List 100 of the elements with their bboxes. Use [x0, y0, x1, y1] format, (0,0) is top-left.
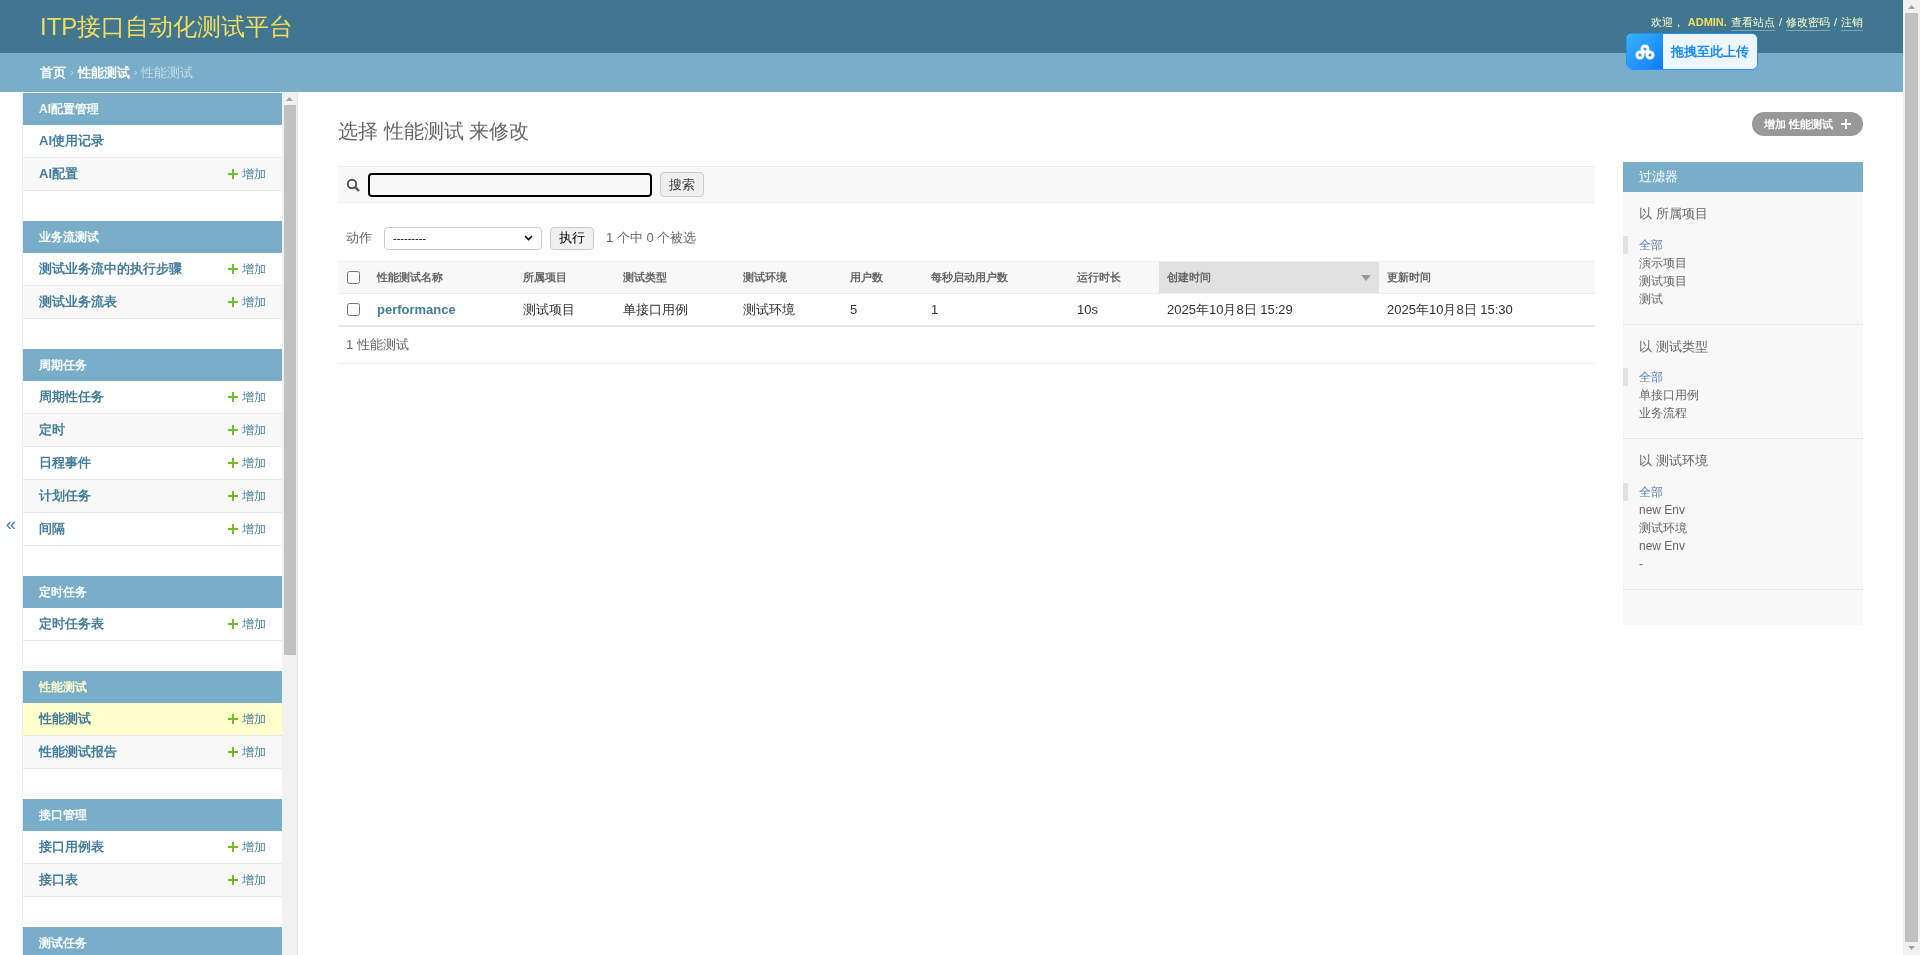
- sidebar-item[interactable]: 测试业务流表 增加: [23, 286, 282, 319]
- plus-icon: [228, 619, 238, 629]
- sidebar-link[interactable]: 性能测试报告: [39, 742, 117, 762]
- column-header[interactable]: 运行时长: [1069, 262, 1159, 293]
- add-link[interactable]: 增加: [228, 743, 266, 761]
- table-cell: 1: [931, 301, 939, 317]
- sidebar-link[interactable]: 周期性任务: [39, 387, 104, 407]
- search-button[interactable]: 搜索: [660, 172, 704, 197]
- sidebar-link[interactable]: 计划任务: [39, 486, 91, 506]
- column-header[interactable]: 性能测试名称: [369, 262, 515, 293]
- filter-option[interactable]: 业务流程: [1623, 404, 1863, 422]
- site-title: ITP接口自动化测试平台: [40, 11, 294, 42]
- row-link[interactable]: performance: [377, 301, 456, 317]
- filter-option[interactable]: 全部: [1623, 235, 1863, 254]
- header-link[interactable]: 查看站点: [1730, 13, 1775, 32]
- sidebar-link[interactable]: 测试业务流表: [39, 292, 117, 312]
- sidebar-section-header: 接口管理: [23, 799, 282, 831]
- add-link[interactable]: 增加: [228, 260, 266, 278]
- plus-icon: [228, 392, 238, 402]
- add-link[interactable]: 增加: [228, 421, 266, 439]
- filter-option[interactable]: 演示项目: [1623, 253, 1863, 272]
- welcome-text: 欢迎，: [1650, 15, 1684, 31]
- plus-icon: [1841, 119, 1851, 129]
- breadcrumb-link[interactable]: 首页: [40, 62, 66, 83]
- upload-widget[interactable]: 拖拽至此上传: [1626, 33, 1758, 70]
- sidebar-item[interactable]: AI配置 增加: [23, 158, 282, 191]
- plus-icon: [228, 875, 238, 885]
- filter-option[interactable]: 测试项目: [1623, 271, 1863, 290]
- sidebar-item[interactable]: 性能测试报告 增加: [23, 736, 282, 769]
- sidebar-link[interactable]: 定时: [39, 420, 65, 440]
- sidebar-link[interactable]: 接口表: [39, 870, 78, 890]
- plus-icon: [228, 491, 238, 501]
- column-header[interactable]: 测试类型: [615, 262, 735, 293]
- column-header[interactable]: 更新时间: [1379, 262, 1591, 293]
- plus-icon: [228, 524, 238, 534]
- filter-option[interactable]: 单接口用例: [1623, 386, 1863, 404]
- sidebar-link[interactable]: 间隔: [39, 519, 65, 539]
- add-link[interactable]: 增加: [228, 293, 266, 311]
- scroll-up-icon[interactable]: [286, 97, 293, 101]
- table-cell: 测试环境: [743, 301, 795, 317]
- column-header[interactable]: 所属项目: [515, 262, 615, 293]
- scroll-up-icon[interactable]: [1908, 5, 1915, 9]
- sidebar-item[interactable]: 定时 增加: [23, 414, 282, 447]
- add-link[interactable]: 增加: [228, 710, 266, 728]
- collapse-button[interactable]: «: [6, 514, 16, 533]
- add-link[interactable]: 增加: [228, 487, 266, 505]
- sidebar-scrollbar[interactable]: [282, 92, 298, 955]
- add-link[interactable]: 增加: [228, 838, 266, 856]
- add-object-button[interactable]: 增加 性能测试: [1751, 112, 1863, 136]
- header-link[interactable]: 注销: [1841, 13, 1863, 32]
- filter-option[interactable]: new Env: [1623, 500, 1863, 519]
- sidebar-link[interactable]: 测试业务流中的执行步骤: [39, 259, 182, 279]
- sidebar-link[interactable]: AI使用记录: [39, 131, 104, 151]
- header-link[interactable]: 修改密码: [1785, 13, 1830, 32]
- table-cell: 2025年10月8日 15:29: [1167, 301, 1293, 317]
- go-button[interactable]: 执行: [550, 226, 594, 250]
- action-label: 动作: [346, 229, 372, 248]
- search-field[interactable]: [368, 172, 652, 197]
- selection-counter: 1 个中 0 个被选: [606, 229, 697, 248]
- sidebar-link[interactable]: AI配置: [39, 164, 78, 184]
- user-name: ADMIN.: [1687, 15, 1727, 31]
- column-header[interactable]: 每秒启动用户数: [923, 262, 1069, 293]
- column-header[interactable]: 用户数: [842, 262, 923, 293]
- page-scrollbar[interactable]: [1903, 0, 1920, 955]
- column-header[interactable]: 创建时间: [1159, 262, 1379, 293]
- add-link[interactable]: 增加: [228, 871, 266, 889]
- sidebar-link[interactable]: 性能测试: [39, 709, 91, 729]
- separator-text: /: [1833, 15, 1837, 31]
- add-link[interactable]: 增加: [228, 520, 266, 538]
- table-cell: 10s: [1077, 301, 1098, 317]
- select-all-checkbox[interactable]: [347, 271, 360, 284]
- row-checkbox[interactable]: [347, 303, 360, 316]
- result-count: 1 性能测试: [346, 336, 409, 355]
- add-link[interactable]: 增加: [228, 615, 266, 633]
- sidebar-link[interactable]: 接口用例表: [39, 837, 104, 857]
- action-select[interactable]: ---------: [384, 226, 542, 250]
- add-link[interactable]: 增加: [228, 165, 266, 183]
- add-link[interactable]: 增加: [228, 454, 266, 472]
- filter-option[interactable]: 测试环境: [1623, 518, 1863, 537]
- breadcrumb-separator: ›: [70, 65, 74, 81]
- table-cell: 5: [850, 301, 858, 317]
- sidebar-link[interactable]: 定时任务表: [39, 614, 104, 634]
- sidebar-item[interactable]: 接口表 增加: [23, 864, 282, 897]
- breadcrumb-link[interactable]: 性能测试: [77, 62, 130, 83]
- filter-option[interactable]: 全部: [1623, 368, 1863, 386]
- scrollbar-thumb[interactable]: [283, 105, 296, 655]
- sidebar-item[interactable]: 性能测试 增加: [23, 703, 282, 736]
- column-header[interactable]: 测试环境: [735, 262, 842, 293]
- add-link[interactable]: 增加: [228, 388, 266, 406]
- filter-option[interactable]: new Env: [1623, 536, 1863, 555]
- filter-option[interactable]: 全部: [1623, 482, 1863, 501]
- plus-icon: [228, 264, 238, 274]
- sidebar-section-header: 性能测试: [23, 671, 282, 703]
- sidebar-link[interactable]: 日程事件: [39, 453, 91, 473]
- scroll-down-icon[interactable]: [1908, 946, 1915, 950]
- filter-option[interactable]: -: [1623, 554, 1863, 573]
- scrollbar-thumb[interactable]: [1905, 13, 1918, 942]
- filter-option[interactable]: 测试: [1623, 289, 1863, 308]
- sidebar-item[interactable]: 计划任务 增加: [23, 480, 282, 513]
- sidebar-section-header: 业务流测试: [23, 221, 282, 253]
